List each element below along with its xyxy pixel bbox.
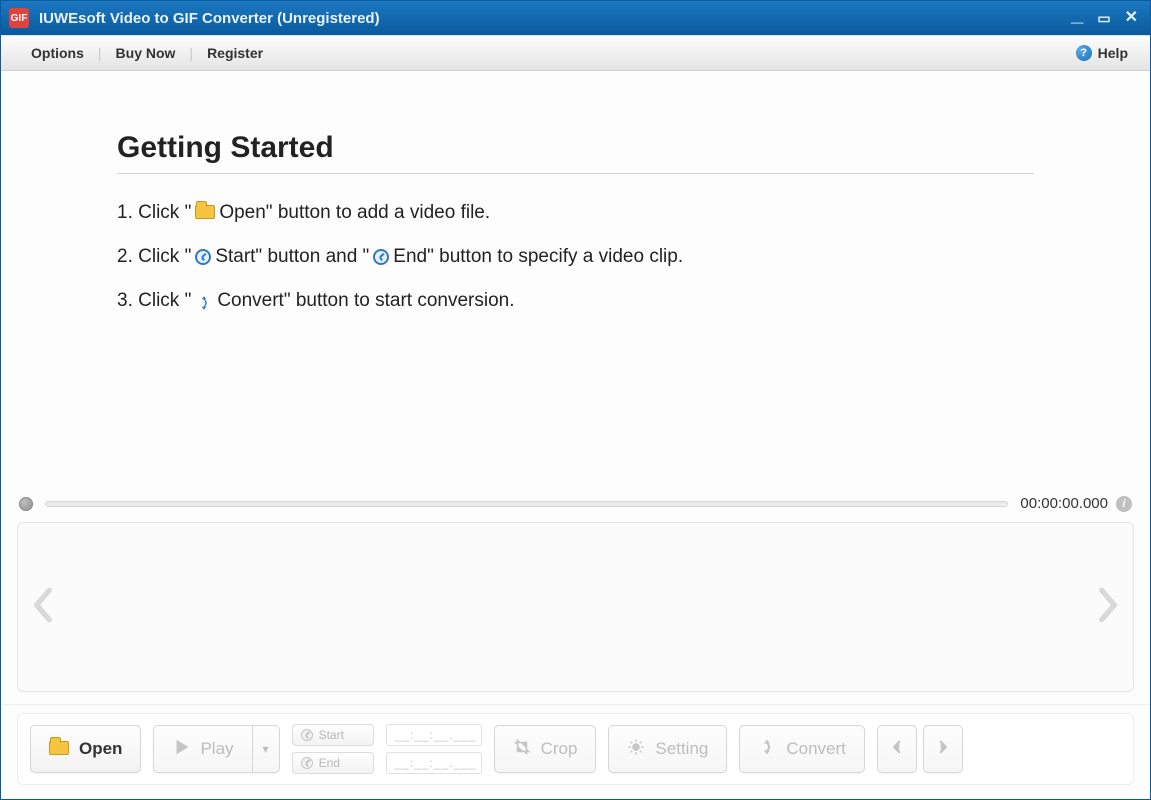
bottom-toolbar: Open Play ▾ Start [1,704,1150,799]
open-button[interactable]: Open [30,725,141,773]
step-3-text-a: 3. Click " [117,290,191,312]
help-icon: ? [1076,45,1092,61]
clock-end-icon [301,757,313,769]
strip-next-button[interactable] [1095,586,1121,629]
folder-icon [49,741,69,755]
setting-label: Setting [655,739,708,759]
app-window: GIF IUWEsoft Video to GIF Converter (Unr… [0,0,1151,800]
start-time-field[interactable]: __:__:__.___ [386,724,482,746]
menu-options[interactable]: Options [17,45,98,61]
window-controls: _ ▭ ✕ [1071,7,1142,29]
step-2-text-c: End" button to specify a video clip. [393,246,683,268]
crop-icon [513,738,531,761]
end-time-field[interactable]: __:__:__.___ [386,752,482,774]
step-1-text-a: 1. Click " [117,202,191,224]
clock-end-icon [373,249,389,265]
crop-label: Crop [541,739,578,759]
seek-track[interactable] [45,501,1008,507]
window-title: IUWEsoft Video to GIF Converter (Unregis… [39,10,380,27]
maximize-button[interactable]: ▭ [1097,11,1110,25]
gear-icon [627,738,645,761]
preview-strip [17,522,1134,692]
menubar: Options | Buy Now | Register ? Help [1,35,1150,71]
chevron-down-icon: ▾ [263,742,269,756]
info-icon[interactable]: i [1116,496,1132,512]
end-label: End [319,756,340,770]
step-2-text-a: 2. Click " [117,246,191,268]
chevron-right-icon [934,738,952,761]
play-button[interactable]: Play [153,725,252,773]
clock-start-icon [301,729,313,741]
open-label: Open [79,739,122,759]
divider [117,173,1034,174]
titlebar: GIF IUWEsoft Video to GIF Converter (Unr… [1,1,1150,35]
play-icon [172,738,190,761]
start-button[interactable]: Start [292,724,374,746]
end-button[interactable]: End [292,752,374,774]
start-end-buttons: Start End [292,724,374,774]
folder-icon [195,205,215,219]
step-2-text-b: Start" button and " [215,246,369,268]
getting-started-heading: Getting Started [117,131,1034,165]
seek-thumb[interactable] [19,497,33,511]
convert-icon [758,738,776,761]
step-3-text-b: Convert" button to start conversion. [217,290,514,312]
convert-button[interactable]: Convert [739,725,865,773]
next-frame-button[interactable] [923,725,963,773]
menu-help[interactable]: ? Help [1070,45,1134,61]
play-label: Play [200,739,233,759]
menu-help-label: Help [1098,45,1128,61]
start-label: Start [319,728,344,742]
chevron-left-icon [888,738,906,761]
app-icon: GIF [9,8,29,28]
frame-nav-group [877,725,963,773]
menu-register[interactable]: Register [193,45,277,61]
menu-buy-now[interactable]: Buy Now [102,45,190,61]
step-3: 3. Click " Convert" button to start conv… [117,290,1034,312]
clock-start-icon [195,249,211,265]
step-1-text-b: Open" button to add a video file. [219,202,490,224]
close-button[interactable]: ✕ [1125,10,1138,26]
convert-icon [195,294,213,312]
play-dropdown-button[interactable]: ▾ [253,725,280,773]
strip-prev-button[interactable] [30,586,56,629]
step-2: 2. Click " Start" button and " End" butt… [117,246,1034,268]
timeline: 00:00:00.000 i [17,489,1134,522]
prev-frame-button[interactable] [877,725,917,773]
play-button-group: Play ▾ [153,725,279,773]
toolbar-inner: Open Play ▾ Start [17,713,1134,785]
time-display: 00:00:00.000 [1020,495,1108,512]
setting-button[interactable]: Setting [608,725,727,773]
minimize-button[interactable]: _ [1071,3,1083,25]
time-fields: __:__:__.___ __:__:__.___ [386,724,482,774]
content-area: Getting Started 1. Click " Open" button … [1,71,1150,704]
convert-label: Convert [786,739,846,759]
crop-button[interactable]: Crop [494,725,597,773]
getting-started-panel: Getting Started 1. Click " Open" button … [17,91,1134,489]
step-1: 1. Click " Open" button to add a video f… [117,202,1034,224]
